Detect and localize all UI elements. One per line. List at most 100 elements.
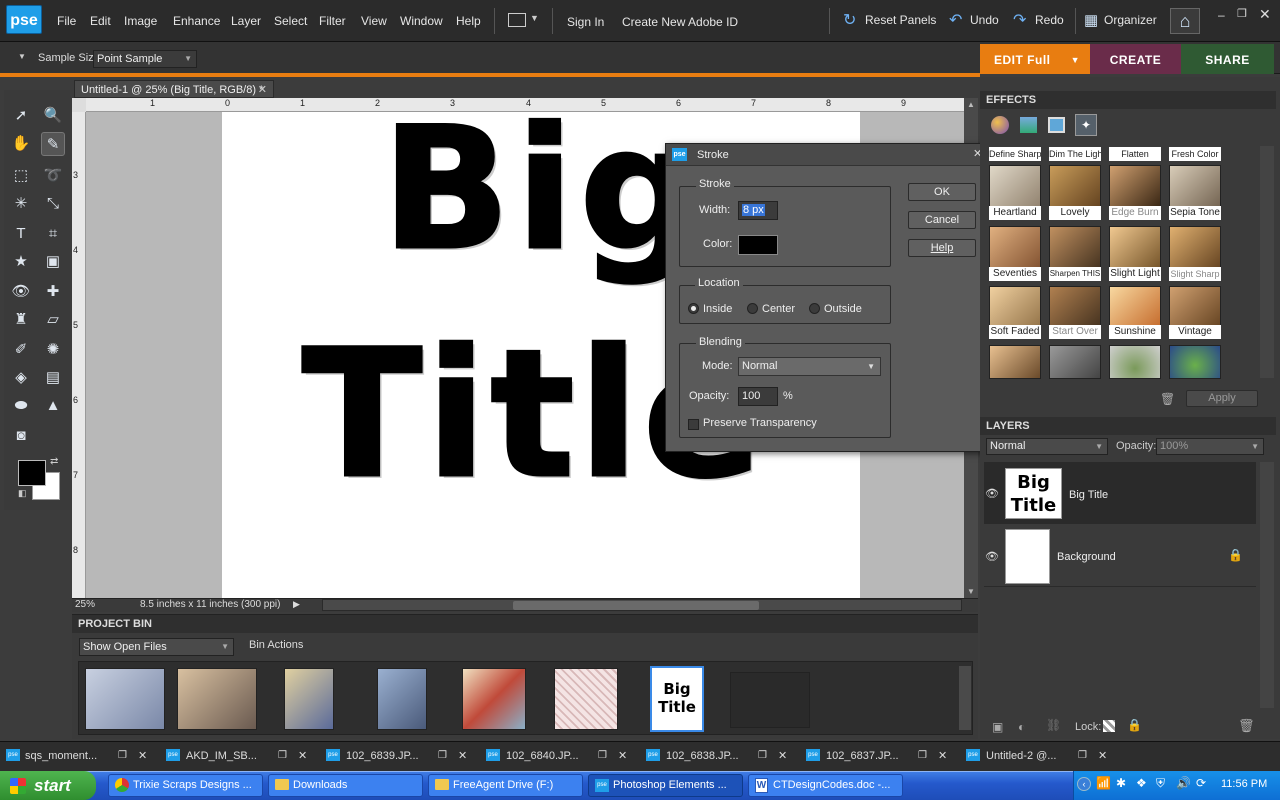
eye-icon[interactable]: 👁 [985,487,999,500]
foreground-color-front[interactable] [18,460,46,486]
menu-layer[interactable]: Layer [231,14,261,28]
effect-label[interactable]: Edge Burn [1109,206,1161,220]
taskbar-item-active[interactable]: pse Photoshop Elements ... [588,774,743,797]
straighten-tool-icon[interactable]: ◙ [9,424,33,448]
smart-brush-tool-icon[interactable]: ✺ [41,338,65,362]
effect-label[interactable]: Flatten [1109,147,1161,161]
effects-scrollbar[interactable] [1260,146,1274,378]
preserve-transparency-label[interactable]: Preserve Transparency [703,417,817,429]
cookie-cutter-tool-icon[interactable]: ★ [9,250,33,274]
marquee-tool-icon[interactable]: ⬚ [9,164,33,188]
close-icon[interactable]: ✕ [618,745,627,767]
sharpen-tool-icon[interactable]: ▲ [41,394,65,418]
lock-all-icon[interactable]: 🔒 [1127,718,1142,732]
taskbar-item[interactable]: W CTDesignCodes.doc -... [748,774,903,797]
opacity-input[interactable]: 100 [738,387,778,406]
apply-button[interactable]: Apply [1186,390,1258,407]
effect-label[interactable]: Sepia Tone [1169,206,1221,220]
zoom-readout[interactable]: 25% [75,599,95,610]
mode-select[interactable]: Normal ▼ [738,357,881,376]
sample-size-select[interactable]: Point Sample ▼ [93,50,197,68]
sign-in-link[interactable]: Sign In [567,15,604,29]
crop-tool-icon[interactable]: ⌗ [41,222,65,246]
layer-name[interactable]: Background [1057,551,1116,563]
close-icon[interactable]: ✕ [778,745,787,767]
restore-icon[interactable]: ❐ [598,745,607,767]
bin-thumbnail[interactable] [85,668,165,730]
bin-actions-menu[interactable]: Bin Actions [249,639,303,651]
layer-blend-mode-select[interactable]: Normal ▼ [986,438,1108,455]
effect-label[interactable]: Sharpen THIS [1049,267,1101,281]
document-tab[interactable]: Untitled-1 @ 25% (Big Title, RGB/8) * ✕ [74,80,274,98]
restore-icon[interactable]: ❐ [118,745,127,767]
effect-thumbnail[interactable] [1109,345,1161,379]
delete-layer-icon[interactable]: 🗑 [1238,718,1255,734]
effect-label[interactable]: Lovely [1049,206,1101,220]
eyedropper-tool-icon[interactable]: ✎ [41,132,65,156]
hand-tool-icon[interactable]: ✋ [9,132,33,156]
menu-help[interactable]: Help [456,14,481,28]
taskbar-item[interactable]: Downloads [268,774,423,797]
restore-icon[interactable]: ❐ [278,745,287,767]
healing-brush-tool-icon[interactable]: ✚ [41,280,65,304]
effect-thumbnail[interactable] [1049,345,1101,379]
radio-outside[interactable] [809,303,820,314]
restore-icon[interactable]: ❐ [918,745,927,767]
restore-icon[interactable]: ❐ [438,745,447,767]
menu-edit[interactable]: Edit [90,14,111,28]
document-horizontal-scrollbar[interactable] [322,599,962,611]
tool-options-chevron-icon[interactable]: ▼ [18,52,26,61]
effect-label[interactable]: Sunshine [1109,325,1161,339]
menu-image[interactable]: Image [124,14,157,28]
layer-opacity-input[interactable]: 100% ▼ [1156,438,1264,455]
taskbar-item[interactable]: FreeAgent Drive (F:) [428,774,583,797]
window-tab[interactable]: 102_6840.JP... [506,745,579,767]
undo-button[interactable]: Undo [970,13,999,27]
gradient-tool-icon[interactable]: ▤ [41,366,65,390]
menu-select[interactable]: Select [274,14,307,28]
layers-scrollbar[interactable] [1260,462,1274,708]
window-tab[interactable]: 102_6839.JP... [346,745,419,767]
trash-icon[interactable]: 🗑 [1160,392,1175,406]
effect-label[interactable]: Define Sharp [989,147,1041,161]
taskbar-item[interactable]: Trixie Scraps Designs ... [108,774,263,797]
radio-outside-label[interactable]: Outside [824,303,862,315]
window-tab[interactable]: 102_6837.JP... [826,745,899,767]
minimize-icon[interactable]: – [1218,8,1225,22]
redo-button[interactable]: Redo [1035,13,1064,27]
effect-label[interactable]: Heartland [989,206,1041,220]
network-icon[interactable]: 📶 [1096,776,1111,790]
close-icon[interactable]: ✕ [258,81,267,99]
magic-wand-tool-icon[interactable]: ✳ [9,192,33,216]
filters-icon[interactable] [991,116,1009,134]
bin-thumbnail[interactable] [554,668,618,730]
bin-scrollbar[interactable] [959,666,971,730]
create-id-link[interactable]: Create New Adobe ID [622,15,738,29]
type-tool-icon[interactable]: T [9,222,33,246]
show-files-select[interactable]: Show Open Files ▼ [79,638,234,656]
effect-label[interactable]: Dim The Lights [1049,147,1101,161]
effect-label[interactable]: Start Over [1049,325,1101,339]
cancel-button[interactable]: Cancel [908,211,976,229]
link-layers-icon[interactable]: ⛓ [1046,718,1061,732]
recompose-tool-icon[interactable]: ▣ [41,250,65,274]
dialog-title-bar[interactable]: pse Stroke ✕ [666,144,987,166]
effect-label[interactable]: Seventies [989,267,1041,281]
clone-stamp-tool-icon[interactable]: ♜ [9,308,33,332]
bin-thumbnail[interactable] [730,672,810,728]
scroll-down-icon[interactable]: ▼ [967,587,975,596]
stroke-color-swatch[interactable] [738,235,778,255]
volume-icon[interactable]: 🔊 [1176,776,1191,790]
shape-tool-icon[interactable]: ⬬ [9,394,33,418]
help-button[interactable]: Help [908,239,976,257]
tab-create[interactable]: CREATE [1090,44,1181,74]
default-colors-icon[interactable]: ◧ [18,488,27,499]
close-icon[interactable]: ✕ [298,745,307,767]
lock-transparency-icon[interactable] [1103,720,1115,732]
lasso-tool-icon[interactable]: ➰ [41,164,65,188]
ok-button[interactable]: OK [908,183,976,201]
bluetooth-icon[interactable]: ✱ [1116,776,1126,790]
quick-selection-tool-icon[interactable]: ⤡ [41,192,65,216]
bin-thumbnail-selected[interactable]: Big Title [650,666,704,732]
effect-thumbnail[interactable] [1169,345,1221,379]
